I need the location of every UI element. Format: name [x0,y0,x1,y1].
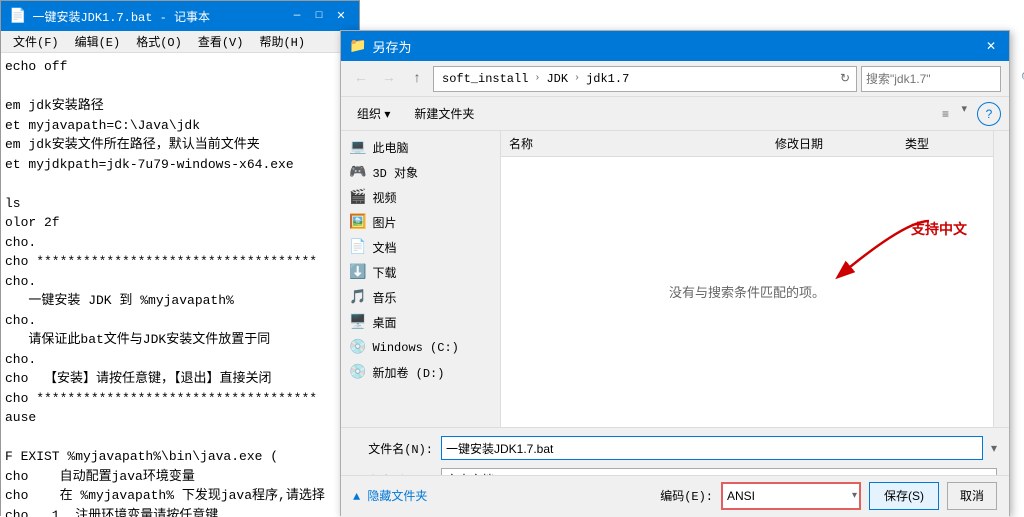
left-panel-label-pictures: 图片 [372,214,396,231]
menu-help[interactable]: 帮助(H) [251,31,313,52]
left-panel-item-video[interactable]: 🎬 视频 [341,185,500,210]
forward-button[interactable]: → [377,67,401,91]
notepad-window: 📄 一键安装JDK1.7.bat - 记事本 — □ ✕ 文件(F) 编辑(E)… [0,0,360,516]
3d-icon: 🎮 [349,164,366,181]
notepad-icon: 📄 [9,8,26,25]
menu-file[interactable]: 文件(F) [5,31,67,52]
address-part-3[interactable]: jdk1.7 [582,71,633,87]
left-panel: 💻 此电脑 🎮 3D 对象 🎬 视频 🖼️ 图片 📄 文档 ⬇️ 下载 [341,131,501,427]
notepad-titlebar: 📄 一键安装JDK1.7.bat - 记事本 — □ ✕ [1,1,359,31]
cancel-button[interactable]: 取消 [947,482,997,510]
right-panel: 名称 修改日期 类型 没有与搜索条件匹配的项。 [501,131,993,427]
address-part-2[interactable]: JDK [542,71,572,87]
scrollbar-area[interactable] [993,131,1009,427]
dialog-titlebar: 📁 另存为 ✕ [341,31,1009,61]
menu-view[interactable]: 查看(V) [190,31,252,52]
search-box: 🔍 [861,66,1001,92]
left-panel-item-d-drive[interactable]: 💿 新加卷 (D:) [341,360,500,385]
video-icon: 🎬 [349,189,366,206]
dialog-close-button[interactable]: ✕ [981,36,1001,56]
left-panel-item-3d[interactable]: 🎮 3D 对象 [341,160,500,185]
left-panel-item-c-drive[interactable]: 💿 Windows (C:) [341,335,500,360]
filename-row: 文件名(N): ▾ [353,436,997,460]
left-panel-item-download[interactable]: ⬇️ 下载 [341,260,500,285]
save-dialog: 📁 另存为 ✕ ← → ↑ soft_install › JDK › jdk1.… [340,30,1010,516]
address-bar: soft_install › JDK › jdk1.7 ↻ [433,66,857,92]
left-panel-item-computer[interactable]: 💻 此电脑 [341,135,500,160]
hide-folder-button[interactable]: ▲ 隐藏文件夹 [353,487,427,504]
new-folder-button[interactable]: 新建文件夹 [406,102,482,126]
file-list-header: 名称 修改日期 类型 [501,131,993,157]
d-drive-icon: 💿 [349,364,366,381]
desktop-icon: 🖥️ [349,314,366,331]
menu-format[interactable]: 格式(O) [128,31,190,52]
maximize-button[interactable]: □ [309,6,329,26]
back-button[interactable]: ← [349,67,373,91]
left-panel-item-docs[interactable]: 📄 文档 [341,235,500,260]
action-bar: 组织 ▾ 新建文件夹 ≡ ▾ ? [341,97,1009,131]
notepad-title: 一键安装JDK1.7.bat - 记事本 [32,8,285,25]
view-toggle-button[interactable]: ≡ [933,102,957,126]
close-button[interactable]: ✕ [331,6,351,26]
view-icons: ≡ ▾ [933,102,969,126]
left-panel-item-desktop[interactable]: 🖥️ 桌面 [341,310,500,335]
left-panel-label-video: 视频 [372,189,396,206]
refresh-button[interactable]: ↻ [838,69,852,88]
organize-button[interactable]: 组织 ▾ [349,102,398,126]
left-panel-label-d-drive: 新加卷 (D:) [372,364,444,381]
filename-label: 文件名(N): [353,440,433,457]
filename-input[interactable] [441,436,983,460]
dialog-body: 💻 此电脑 🎮 3D 对象 🎬 视频 🖼️ 图片 📄 文档 ⬇️ 下载 [341,131,1009,427]
col-name-header: 名称 [509,135,775,152]
save-button[interactable]: 保存(S) [869,482,939,510]
up-button[interactable]: ↑ [405,67,429,91]
search-input[interactable] [866,72,1021,86]
encoding-select[interactable]: ANSI UTF-8 Unicode [721,482,861,510]
view-separator: ▾ [959,102,969,126]
help-button[interactable]: ? [977,102,1001,126]
menu-edit[interactable]: 编辑(E) [67,31,129,52]
left-panel-label-3d: 3D 对象 [372,164,418,181]
c-drive-icon: 💿 [349,339,366,356]
dialog-title: 另存为 [372,37,981,56]
left-panel-item-pictures[interactable]: 🖼️ 图片 [341,210,500,235]
address-parts: soft_install › JDK › jdk1.7 [438,71,834,87]
left-panel-label-computer: 此电脑 [372,139,408,156]
left-panel-item-music[interactable]: 🎵 音乐 [341,285,500,310]
encoding-select-wrapper: ANSI UTF-8 Unicode ▾ [721,482,861,510]
minimize-button[interactable]: — [287,6,307,26]
docs-icon: 📄 [349,239,366,256]
computer-icon: 💻 [349,139,366,156]
pictures-icon: 🖼️ [349,214,366,231]
encoding-label: 编码(E): [660,487,713,504]
filename-dropdown-arrow[interactable]: ▾ [991,441,997,456]
col-type-header: 类型 [905,135,985,152]
left-panel-label-c-drive: Windows (C:) [372,341,458,355]
col-date-header: 修改日期 [775,135,905,152]
left-panel-label-docs: 文档 [372,239,396,256]
bottom-bar: ▲ 隐藏文件夹 编码(E): ANSI UTF-8 Unicode ▾ 保存(S… [341,475,1009,515]
left-panel-label-desktop: 桌面 [372,314,396,331]
download-icon: ⬇️ [349,264,366,281]
dialog-toolbar: ← → ↑ soft_install › JDK › jdk1.7 ↻ 🔍 [341,61,1009,97]
dialog-folder-icon: 📁 [349,38,366,55]
address-part-1[interactable]: soft_install [438,71,532,87]
notepad-menubar: 文件(F) 编辑(E) 格式(O) 查看(V) 帮助(H) [1,31,359,53]
notepad-content[interactable]: echo off em jdk安装路径 et myjavapath=C:\Jav… [1,53,359,517]
left-panel-label-music: 音乐 [372,289,396,306]
empty-message: 没有与搜索条件匹配的项。 [501,157,993,425]
left-panel-label-download: 下载 [372,264,396,281]
music-icon: 🎵 [349,289,366,306]
